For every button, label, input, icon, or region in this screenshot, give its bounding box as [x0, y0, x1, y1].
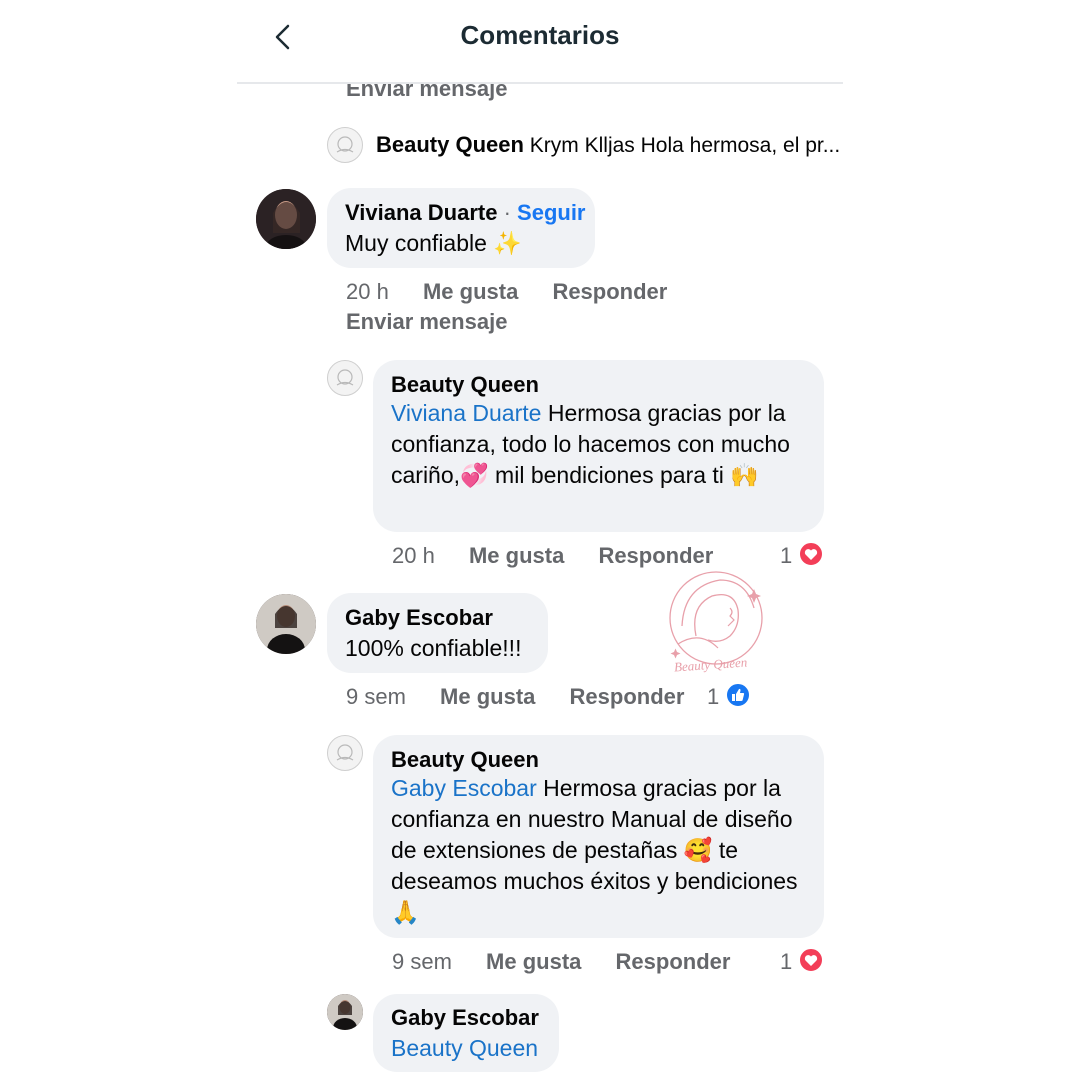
reply-time: 20 h	[392, 543, 435, 568]
gaby-escobar-avatar[interactable]	[256, 594, 316, 654]
reply-bubble[interactable]: Gaby Escobar Beauty Queen	[373, 994, 559, 1072]
reply-time: 9 sem	[392, 949, 452, 974]
heart-icon[interactable]	[798, 541, 824, 567]
comment-time: 20 h	[346, 279, 389, 304]
page-title: Comentarios	[460, 20, 620, 50]
reply-author[interactable]: Gaby Escobar	[391, 1005, 541, 1031]
comment-actions: 20 h Me gusta Responder	[346, 279, 667, 305]
beauty-queen-avatar[interactable]	[327, 735, 363, 771]
reply-button[interactable]: Responder	[598, 543, 713, 568]
reaction-count[interactable]: 1	[707, 684, 719, 710]
reply-author[interactable]: Beauty Queen	[391, 747, 806, 773]
separator-dot: ·	[503, 200, 511, 225]
comment-actions: 9 sem Me gusta Responder	[346, 684, 684, 710]
collapsed-reply[interactable]: Beauty Queen Krym Klljas Hola hermosa, e…	[376, 132, 840, 158]
beauty-queen-avatar[interactable]	[327, 127, 363, 163]
reply-button[interactable]: Responder	[552, 279, 667, 304]
reply-button[interactable]: Responder	[616, 949, 731, 974]
comment-bubble[interactable]: Gaby Escobar 100% confiable!!!	[327, 593, 548, 673]
mention-link[interactable]: Gaby Escobar	[391, 775, 537, 801]
mention-link[interactable]: Beauty Queen	[391, 1033, 541, 1064]
collapsed-reply-preview: Krym Klljas Hola hermosa, el pr...	[529, 134, 841, 157]
reply-button[interactable]: Responder	[570, 684, 685, 709]
gaby-escobar-avatar[interactable]	[327, 994, 363, 1030]
comment-author[interactable]: Viviana Duarte	[345, 200, 497, 225]
like-button[interactable]: Me gusta	[469, 543, 564, 568]
reply-text: Gaby Escobar Hermosa gracias por la conf…	[391, 773, 806, 928]
heart-icon[interactable]	[798, 947, 824, 973]
comment-bubble[interactable]: Viviana Duarte · Seguir Muy confiable ✨	[327, 188, 595, 268]
reaction-count[interactable]: 1	[780, 543, 792, 569]
comment-author[interactable]: Gaby Escobar	[345, 605, 530, 631]
like-button[interactable]: Me gusta	[440, 684, 535, 709]
reply-bubble[interactable]: Beauty Queen Gaby Escobar Hermosa gracia…	[373, 735, 824, 938]
comment-author-line: Viviana Duarte · Seguir	[345, 200, 586, 226]
top-bar: Comentarios	[237, 0, 843, 84]
comment-time: 9 sem	[346, 684, 406, 709]
send-message-link[interactable]: Enviar mensaje	[346, 309, 507, 335]
like-button[interactable]: Me gusta	[423, 279, 518, 304]
collapsed-reply-author: Beauty Queen	[376, 132, 524, 157]
like-button[interactable]: Me gusta	[486, 949, 581, 974]
beauty-queen-avatar[interactable]	[327, 360, 363, 396]
reply-text: Viviana Duarte Hermosa gracias por la co…	[391, 398, 806, 491]
comment-text: 100% confiable!!!	[345, 635, 522, 661]
reply-actions: 9 sem Me gusta Responder	[392, 949, 730, 975]
viviana-duarte-avatar[interactable]	[256, 189, 316, 249]
reaction-count[interactable]: 1	[780, 949, 792, 975]
reply-author[interactable]: Beauty Queen	[391, 372, 806, 398]
comment-text: Muy confiable ✨	[345, 230, 522, 256]
beauty-queen-logo: Beauty Queen	[660, 566, 772, 678]
reply-bubble[interactable]: Beauty Queen Viviana Duarte Hermosa grac…	[373, 360, 824, 532]
mention-link[interactable]: Viviana Duarte	[391, 400, 541, 426]
thumbs-up-icon[interactable]	[725, 682, 751, 708]
follow-button[interactable]: Seguir	[517, 200, 585, 225]
